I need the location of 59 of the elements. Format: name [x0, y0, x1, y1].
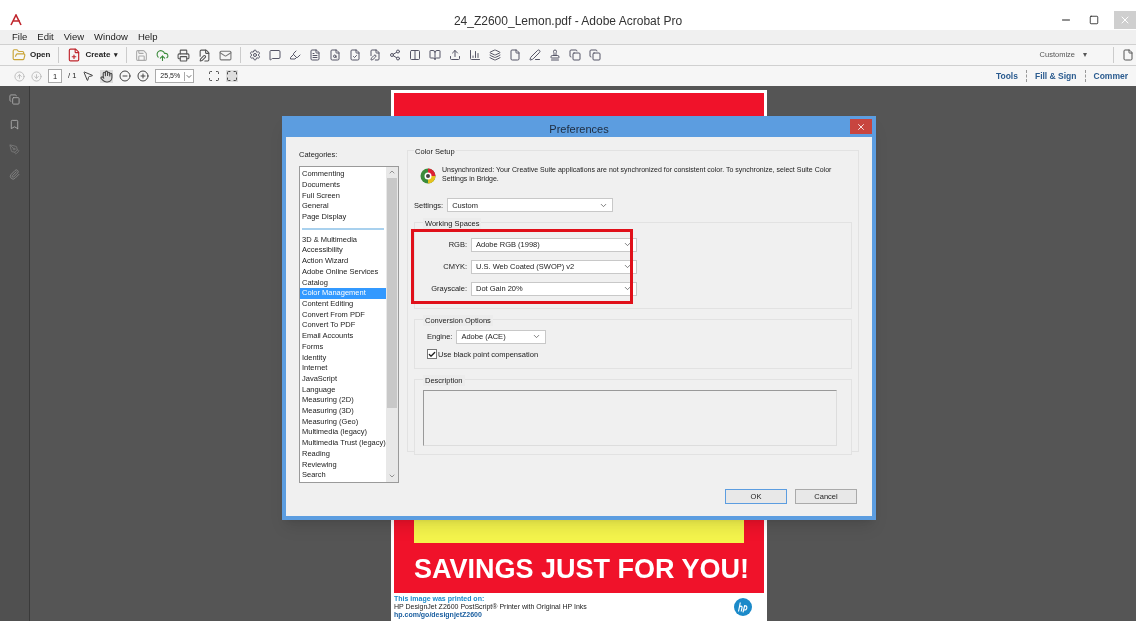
- page-icon[interactable]: [509, 49, 522, 61]
- copy-icon[interactable]: [569, 49, 582, 61]
- stamp-icon[interactable]: [549, 49, 562, 61]
- share-icon[interactable]: [389, 49, 402, 61]
- document-edit-icon[interactable]: [369, 49, 382, 61]
- restore-icon: [1089, 15, 1099, 25]
- page-icon[interactable]: [1122, 49, 1134, 61]
- book-icon[interactable]: [429, 49, 442, 61]
- document-check-icon[interactable]: [349, 49, 362, 61]
- fit-page-icon[interactable]: [208, 70, 221, 82]
- pane-tab[interactable]: Tools: [987, 69, 1026, 83]
- pointer-icon[interactable]: [82, 70, 95, 82]
- document-search-icon[interactable]: [329, 49, 342, 61]
- fit-width-icon[interactable]: [226, 70, 239, 82]
- open-button[interactable]: Open: [12, 48, 51, 62]
- copy-icon[interactable]: [589, 49, 602, 61]
- chevron-down-icon: [623, 262, 632, 271]
- dialog-title: Preferences: [548, 122, 610, 137]
- bar-chart-icon[interactable]: [469, 49, 482, 61]
- menu-item[interactable]: Edit: [37, 29, 54, 45]
- pane-tab[interactable]: Commer: [1084, 69, 1136, 83]
- paperclip-icon[interactable]: [9, 169, 20, 180]
- bookmark-icon[interactable]: [9, 119, 20, 130]
- document-edit-icon[interactable]: [198, 48, 212, 62]
- checkmark-icon: [428, 349, 436, 359]
- columns-icon[interactable]: [409, 49, 422, 61]
- pages-icon[interactable]: [9, 94, 20, 105]
- layers-icon[interactable]: [489, 49, 502, 61]
- menu-item[interactable]: Window: [94, 29, 128, 45]
- zoom-in-icon[interactable]: [137, 70, 150, 82]
- cloud-icon[interactable]: [156, 48, 170, 62]
- window-title: 24_Z2600_Lemon.pdf - Adobe Acrobat Pro: [452, 13, 684, 30]
- menu-item[interactable]: View: [63, 29, 85, 45]
- hand-icon[interactable]: [100, 69, 114, 83]
- new-document-icon: [67, 48, 82, 62]
- speech-bubble-icon[interactable]: [269, 49, 282, 61]
- scrollbar[interactable]: [386, 167, 398, 483]
- menu-item[interactable]: File: [12, 29, 28, 45]
- chevron-down-icon: [184, 71, 194, 81]
- menu-item[interactable]: Help: [137, 29, 158, 45]
- highlighter-icon[interactable]: [289, 49, 302, 61]
- print-icon[interactable]: [177, 48, 191, 62]
- close-button[interactable]: [850, 119, 872, 134]
- upload-icon[interactable]: [449, 49, 462, 61]
- mail-icon[interactable]: [219, 48, 233, 62]
- zoom-out-icon[interactable]: [119, 70, 132, 82]
- color-wheel-icon: [420, 168, 436, 185]
- close-icon: [1119, 14, 1131, 26]
- folder-icon: [12, 48, 26, 62]
- logo-icon: [734, 598, 752, 616]
- document-icon[interactable]: [309, 49, 322, 61]
- close-icon: [856, 121, 866, 132]
- save-icon[interactable]: [135, 48, 149, 62]
- pdf-logo-icon: [10, 14, 22, 26]
- chevron-down-icon: [623, 240, 632, 249]
- pane-tab[interactable]: Fill & Sign: [1025, 69, 1085, 83]
- gear-icon[interactable]: [249, 49, 262, 61]
- chevron-down-icon: [623, 284, 632, 293]
- pen-icon[interactable]: [529, 49, 542, 61]
